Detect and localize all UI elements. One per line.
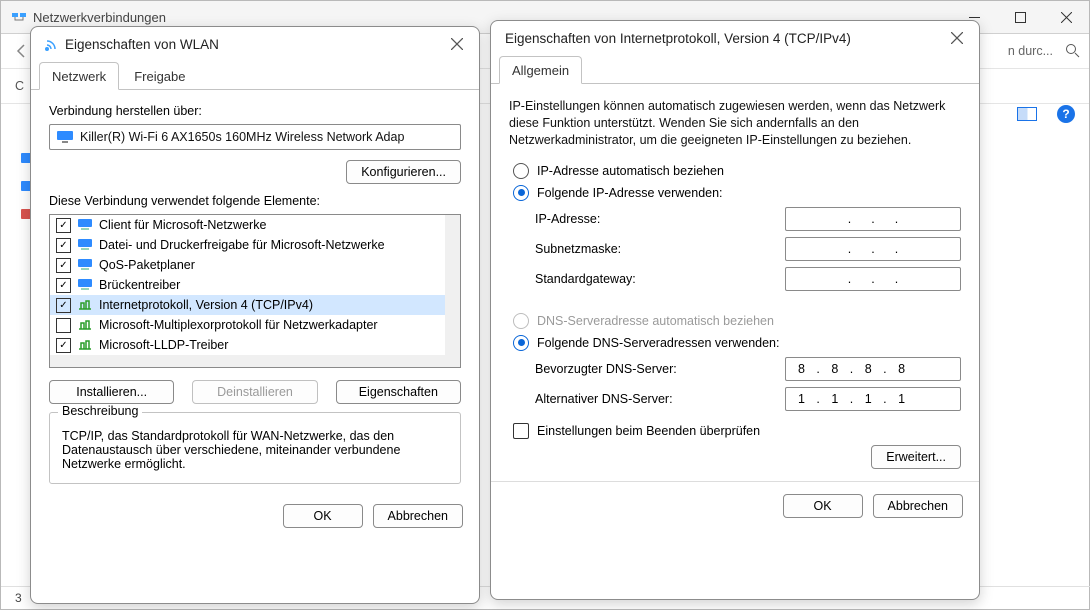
list-item-label: Client für Microsoft-Netzwerke	[99, 218, 266, 232]
components-list[interactable]: ✓ Client für Microsoft-Netzwerke ✓ Datei- u…	[49, 214, 461, 368]
network-connections-icon	[11, 9, 27, 25]
search-icon[interactable]	[1065, 43, 1081, 59]
validate-on-exit-label: Einstellungen beim Beenden überprüfen	[537, 424, 760, 438]
organize-caret[interactable]: C	[15, 79, 24, 93]
close-icon[interactable]	[447, 38, 467, 50]
uninstall-button: Deinstallieren	[192, 380, 317, 404]
monitor-icon	[56, 130, 74, 144]
checkbox-icon[interactable]	[56, 318, 71, 333]
list-item[interactable]: ✓ QoS-Paketplaner	[50, 255, 460, 275]
tab-sharing[interactable]: Freigabe	[121, 62, 198, 90]
label-dns1: Bevorzugter DNS-Server:	[535, 362, 785, 376]
input-gateway[interactable]: ...	[785, 267, 961, 291]
mainwin-title: Netzwerkverbindungen	[33, 10, 166, 25]
component-icon	[77, 257, 93, 273]
label-gateway: Standardgateway:	[535, 272, 785, 286]
status-count: 3	[15, 591, 22, 605]
ok-button[interactable]: OK	[283, 504, 363, 528]
adapter-name: Killer(R) Wi-Fi 6 AX1650s 160MHz Wireles…	[80, 130, 404, 144]
component-icon	[77, 297, 93, 313]
component-icon	[77, 237, 93, 253]
list-item-label: Datei- und Druckerfreigabe für Microsoft…	[99, 238, 385, 252]
close-icon[interactable]	[947, 32, 967, 44]
ipv4-titlebar[interactable]: Eigenschaften von Internetprotokoll, Ver…	[491, 21, 979, 55]
list-item-label: QoS-Paketplaner	[99, 258, 195, 272]
radio-dns-auto: DNS-Serveradresse automatisch beziehen	[513, 313, 961, 329]
component-icon	[77, 337, 93, 353]
cancel-button[interactable]: Abbrechen	[873, 494, 963, 518]
tab-network[interactable]: Netzwerk	[39, 62, 119, 90]
ipv4-title: Eigenschaften von Internetprotokoll, Ver…	[505, 31, 851, 46]
advanced-button[interactable]: Erweitert...	[871, 445, 961, 469]
list-item[interactable]: ✓ Client für Microsoft-Netzwerke	[50, 215, 460, 235]
ok-button[interactable]: OK	[783, 494, 863, 518]
component-icon	[77, 217, 93, 233]
search-placeholder[interactable]: n durc...	[1008, 44, 1053, 58]
connect-using-label: Verbindung herstellen über:	[49, 104, 461, 118]
ipv4-hint: IP-Einstellungen können automatisch zuge…	[509, 98, 961, 149]
description-title: Beschreibung	[58, 404, 142, 418]
list-item[interactable]: ✓ Datei- und Druckerfreigabe für Microsof…	[50, 235, 460, 255]
cancel-button[interactable]: Abbrechen	[373, 504, 463, 528]
radio-ip-auto[interactable]: IP-Adresse automatisch beziehen	[513, 163, 961, 179]
wlan-title: Eigenschaften von WLAN	[65, 37, 219, 52]
view-mode-icon[interactable]	[1017, 107, 1037, 121]
close-button[interactable]	[1043, 1, 1089, 33]
list-item[interactable]: Microsoft-Multiplexorprotokoll für Netzw…	[50, 315, 460, 335]
checkbox-icon[interactable]: ✓	[56, 338, 71, 353]
radio-icon	[513, 185, 529, 201]
checkbox-icon[interactable]: ✓	[56, 298, 71, 313]
radio-icon	[513, 313, 529, 329]
ipv4-tabs: Allgemein	[491, 55, 979, 84]
radio-dns-manual-label: Folgende DNS-Serveradressen verwenden:	[537, 336, 780, 350]
validate-on-exit[interactable]: Einstellungen beim Beenden überprüfen	[513, 423, 961, 439]
checkbox-icon[interactable]: ✓	[56, 278, 71, 293]
radio-icon	[513, 335, 529, 351]
scrollbar-horizontal[interactable]	[50, 355, 460, 367]
checkbox-icon	[513, 423, 529, 439]
radio-ip-manual[interactable]: Folgende IP-Adresse verwenden:	[513, 185, 961, 201]
wlan-titlebar[interactable]: Eigenschaften von WLAN	[31, 27, 479, 61]
input-dns2[interactable]: 1 . 1 . 1 . 1	[785, 387, 961, 411]
checkbox-icon[interactable]: ✓	[56, 258, 71, 273]
adapter-icon	[43, 36, 59, 52]
description-body: TCP/IP, das Standardprotokoll für WAN-Ne…	[62, 429, 448, 471]
input-ip[interactable]: ...	[785, 207, 961, 231]
checkbox-icon[interactable]: ✓	[56, 218, 71, 233]
help-button[interactable]: ?	[1057, 105, 1075, 123]
component-icon	[77, 317, 93, 333]
description-group: Beschreibung TCP/IP, das Standardprotoko…	[49, 412, 461, 484]
wlan-tabs: Netzwerk Freigabe	[31, 61, 479, 90]
back-button[interactable]	[13, 43, 29, 59]
label-ip: IP-Adresse:	[535, 212, 785, 226]
wlan-properties-dialog: Eigenschaften von WLAN Netzwerk Freigabe…	[30, 26, 480, 604]
scrollbar-vertical[interactable]	[445, 215, 460, 355]
install-button[interactable]: Installieren...	[49, 380, 174, 404]
input-dns1[interactable]: 8 . 8 . 8 . 8	[785, 357, 961, 381]
ipv4-properties-dialog: Eigenschaften von Internetprotokoll, Ver…	[490, 20, 980, 600]
adapter-name-box[interactable]: Killer(R) Wi-Fi 6 AX1650s 160MHz Wireles…	[49, 124, 461, 150]
input-mask[interactable]: ...	[785, 237, 961, 261]
radio-ip-auto-label: IP-Adresse automatisch beziehen	[537, 164, 724, 178]
configure-button[interactable]: Konfigurieren...	[346, 160, 461, 184]
list-item-label: Microsoft-Multiplexorprotokoll für Netzw…	[99, 318, 378, 332]
list-item[interactable]: ✓ Internetprotokoll, Version 4 (TCP/IPv4)	[50, 295, 460, 315]
radio-icon	[513, 163, 529, 179]
component-icon	[77, 277, 93, 293]
list-item[interactable]: ✓ Brückentreiber	[50, 275, 460, 295]
checkbox-icon[interactable]: ✓	[56, 238, 71, 253]
list-item[interactable]: ✓ Microsoft-LLDP-Treiber	[50, 335, 460, 355]
label-dns2: Alternativer DNS-Server:	[535, 392, 785, 406]
list-item-label: Internetprotokoll, Version 4 (TCP/IPv4)	[99, 298, 313, 312]
uses-items-label: Diese Verbindung verwendet folgende Elem…	[49, 194, 461, 208]
tab-general[interactable]: Allgemein	[499, 56, 582, 84]
maximize-button[interactable]	[997, 1, 1043, 33]
properties-button[interactable]: Eigenschaften	[336, 380, 461, 404]
list-item-label: Brückentreiber	[99, 278, 180, 292]
radio-dns-manual[interactable]: Folgende DNS-Serveradressen verwenden:	[513, 335, 961, 351]
list-item-label: Microsoft-LLDP-Treiber	[99, 338, 228, 352]
radio-ip-manual-label: Folgende IP-Adresse verwenden:	[537, 186, 723, 200]
label-mask: Subnetzmaske:	[535, 242, 785, 256]
radio-dns-auto-label: DNS-Serveradresse automatisch beziehen	[537, 314, 774, 328]
